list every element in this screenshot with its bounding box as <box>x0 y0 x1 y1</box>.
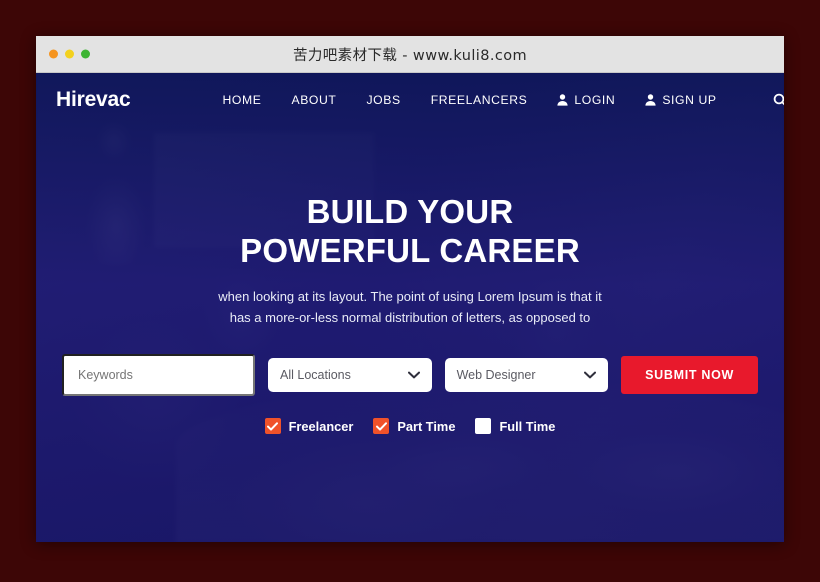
close-button[interactable] <box>49 49 58 59</box>
headline-line-1: BUILD YOUR <box>306 193 514 230</box>
hero-content: Hirevac HOME ABOUT JOBS FREELANCERS LOGI… <box>36 73 784 435</box>
main-navigation: Hirevac HOME ABOUT JOBS FREELANCERS LOGI… <box>36 73 784 127</box>
nav-item-login-label: LOGIN <box>574 93 616 107</box>
filter-full-time-label: Full Time <box>499 418 556 434</box>
minimize-button[interactable] <box>65 49 74 59</box>
job-type-filters: Freelancer Part Time Full Time <box>36 418 784 435</box>
maximize-button[interactable] <box>81 49 90 59</box>
subtitle-line-1: when looking at its layout. The point of… <box>218 289 602 305</box>
nav-item-signup-label: SIGN UP <box>662 93 717 107</box>
hero-section: Hirevac HOME ABOUT JOBS FREELANCERS LOGI… <box>36 73 784 542</box>
filter-full-time[interactable]: Full Time <box>475 418 556 435</box>
keywords-input[interactable] <box>62 354 255 397</box>
hero-headline: BUILD YOUR POWERFUL CAREER <box>36 193 784 270</box>
job-search-form: All Locations Web Designer <box>36 354 784 397</box>
filter-part-time[interactable]: Part Time <box>373 418 456 435</box>
nav-item-freelancers[interactable]: FREELANCERS <box>431 93 528 107</box>
site-logo[interactable]: Hirevac <box>50 88 131 112</box>
nav-item-about-label: ABOUT <box>291 93 337 107</box>
nav-links: HOME ABOUT JOBS FREELANCERS LOGIN SIGN U… <box>223 93 784 107</box>
submit-now-button[interactable]: SUBMIT NOW <box>621 356 758 395</box>
user-icon <box>645 94 656 106</box>
nav-item-signup[interactable]: SIGN UP <box>645 93 716 107</box>
chevron-down-icon <box>584 371 597 379</box>
headline-line-2: POWERFUL CAREER <box>240 231 580 269</box>
category-select-value: Web Designer <box>456 368 536 383</box>
nav-item-jobs-label: JOBS <box>366 93 401 107</box>
nav-item-home-label: HOME <box>222 93 262 107</box>
checkbox-freelancer[interactable] <box>264 418 281 435</box>
search-icon[interactable] <box>773 93 784 107</box>
nav-item-freelancers-label: FREELANCERS <box>430 93 528 107</box>
subtitle-line-2: has a more-or-less normal distribution o… <box>229 310 591 326</box>
filter-part-time-label: Part Time <box>397 418 456 434</box>
location-select[interactable]: All Locations <box>268 358 432 393</box>
user-icon <box>557 94 568 106</box>
checkbox-part-time[interactable] <box>373 418 390 435</box>
filter-freelancer[interactable]: Freelancer <box>264 418 354 435</box>
checkbox-full-time[interactable] <box>475 418 492 435</box>
window-controls <box>49 49 90 59</box>
window-titlebar: 苦力吧素材下载 - www.kuli8.com <box>36 36 784 73</box>
category-select[interactable]: Web Designer <box>444 358 609 393</box>
nav-item-login[interactable]: LOGIN <box>557 93 615 107</box>
location-select-value: All Locations <box>280 368 351 383</box>
hero-subtitle: when looking at its layout. The point of… <box>36 286 784 328</box>
nav-item-jobs[interactable]: JOBS <box>366 93 400 107</box>
browser-window: 苦力吧素材下载 - www.kuli8.com Hirevac HOME ABO… <box>36 36 784 542</box>
nav-item-about[interactable]: ABOUT <box>291 93 336 107</box>
window-title: 苦力吧素材下载 - www.kuli8.com <box>292 47 527 64</box>
chevron-down-icon <box>407 371 420 379</box>
filter-freelancer-label: Freelancer <box>288 418 354 434</box>
nav-item-home[interactable]: HOME <box>223 93 262 107</box>
